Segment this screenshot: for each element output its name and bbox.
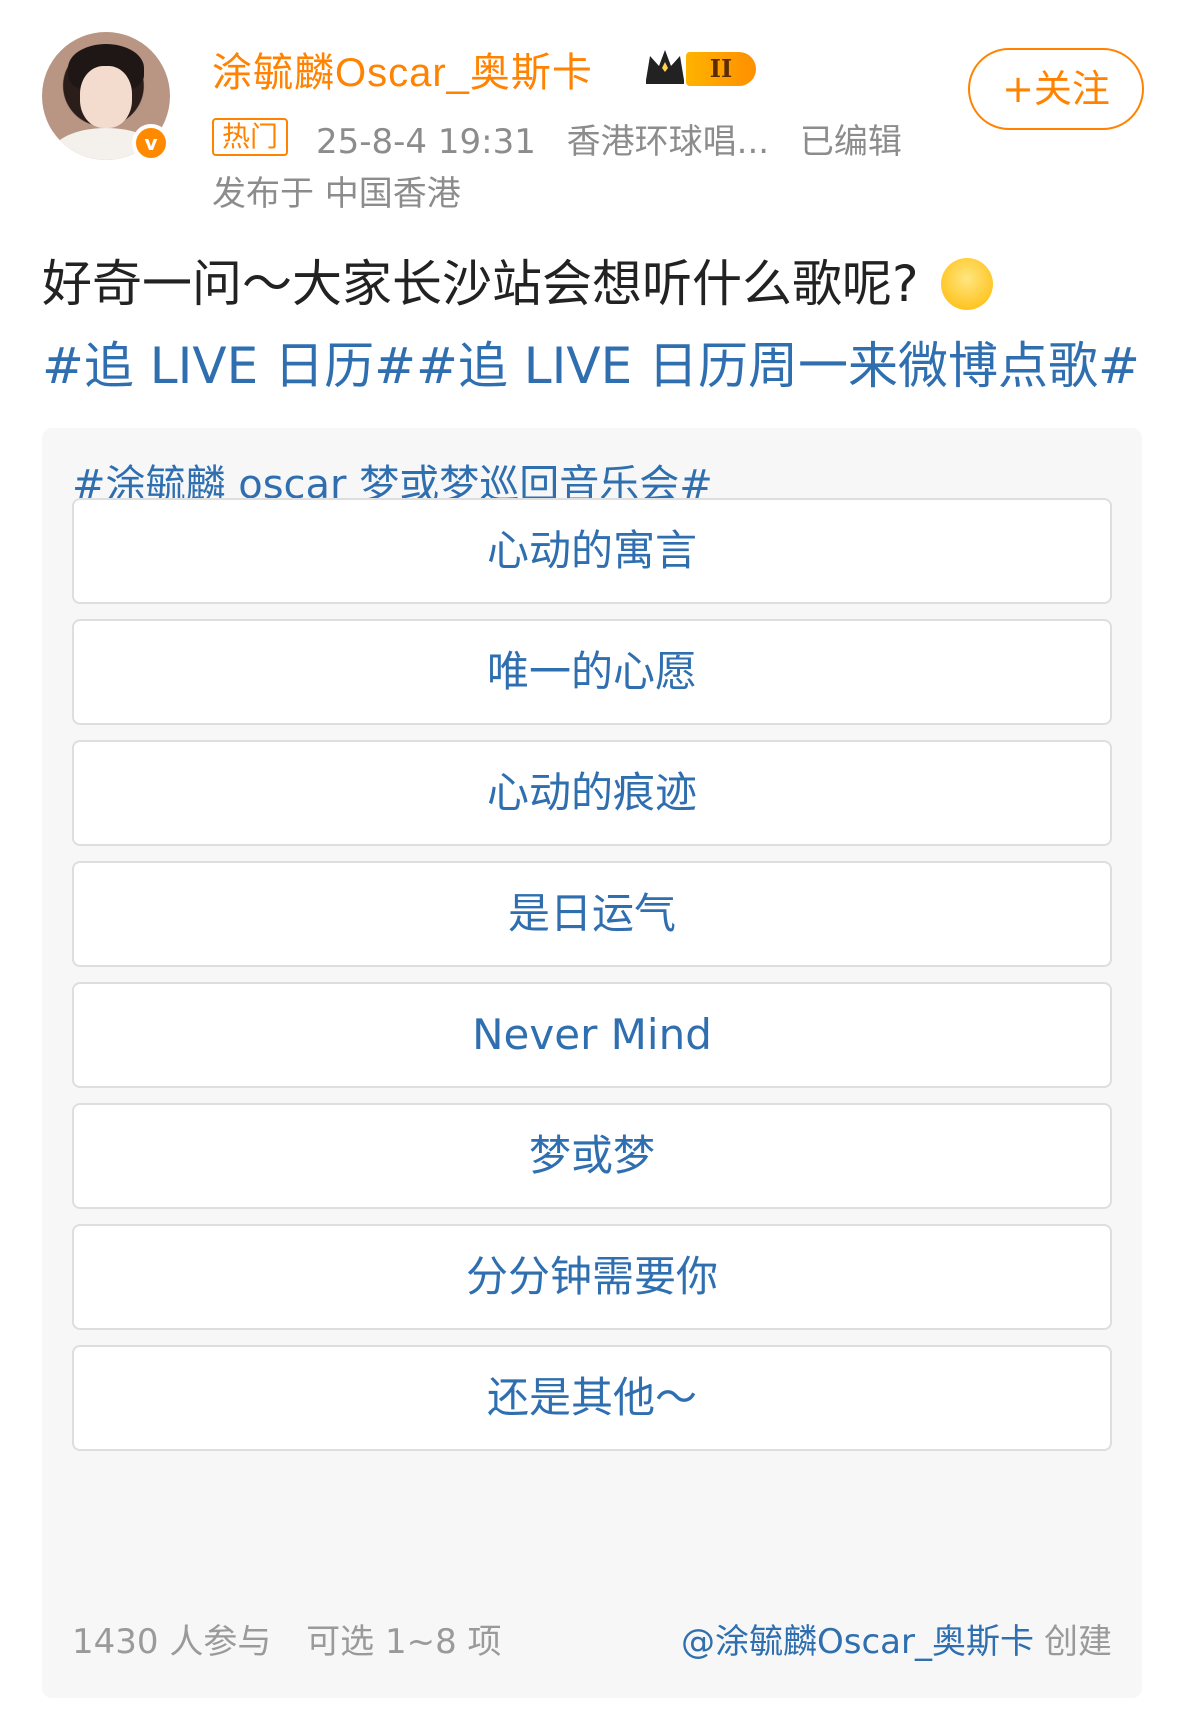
timestamp: 25-8-4 19:31 xyxy=(316,122,536,162)
poll-creator: @涂毓麟Oscar_奥斯卡 创建 xyxy=(681,1614,1112,1663)
poll-option[interactable]: 分分钟需要你 xyxy=(72,1224,1112,1330)
post-meta: 25-8-4 19:31 香港环球唱... 已编辑 xyxy=(316,114,922,163)
username[interactable]: 涂毓麟Oscar_奥斯卡 xyxy=(212,40,593,98)
poll-option[interactable]: 梦或梦 xyxy=(72,1103,1112,1209)
poll-stats: 1430 人参与 可选 1~8 项 xyxy=(72,1614,526,1663)
poll-option[interactable]: 心动的寓言 xyxy=(72,498,1112,604)
post-body: 好奇一问～大家长沙站会想听什么歌呢? xyxy=(42,255,919,313)
selection-rule: 可选 1~8 项 xyxy=(306,1622,502,1662)
follow-button[interactable]: +关注 xyxy=(968,48,1144,130)
post-text: 好奇一问～大家长沙站会想听什么歌呢? xyxy=(42,244,993,316)
post-header: v 涂毓麟Oscar_奥斯卡 II +关注 热门 25-8-4 19:31 香港… xyxy=(0,0,1179,214)
smile-emoji-icon xyxy=(940,257,993,310)
verified-icon: v xyxy=(132,124,170,162)
level-badge: II xyxy=(686,52,756,86)
location: 发布于 中国香港 xyxy=(212,174,461,214)
poll-card: #涂毓麟 oscar 梦或梦巡回音乐会# 心动的寓言 唯一的心愿 心动的痕迹 是… xyxy=(42,428,1142,1698)
hashtag-links[interactable]: #追 LIVE 日历##追 LIVE 日历周一来微博点歌# xyxy=(42,326,1140,398)
post-source[interactable]: 香港环球唱... xyxy=(567,122,769,162)
poll-option[interactable]: 心动的痕迹 xyxy=(72,740,1112,846)
poll-option[interactable]: Never Mind xyxy=(72,982,1112,1088)
edited-label[interactable]: 已编辑 xyxy=(800,122,902,162)
poll-option[interactable]: 是日运气 xyxy=(72,861,1112,967)
crown-icon xyxy=(646,50,684,84)
creator-link[interactable]: @涂毓麟Oscar_奥斯卡 xyxy=(681,1622,1034,1662)
poll-option[interactable]: 唯一的心愿 xyxy=(72,619,1112,725)
creator-suffix: 创建 xyxy=(1044,1622,1112,1662)
hot-tag: 热门 xyxy=(212,118,289,156)
participant-count: 1430 人参与 xyxy=(72,1622,272,1662)
poll-option[interactable]: 还是其他～ xyxy=(72,1345,1112,1451)
